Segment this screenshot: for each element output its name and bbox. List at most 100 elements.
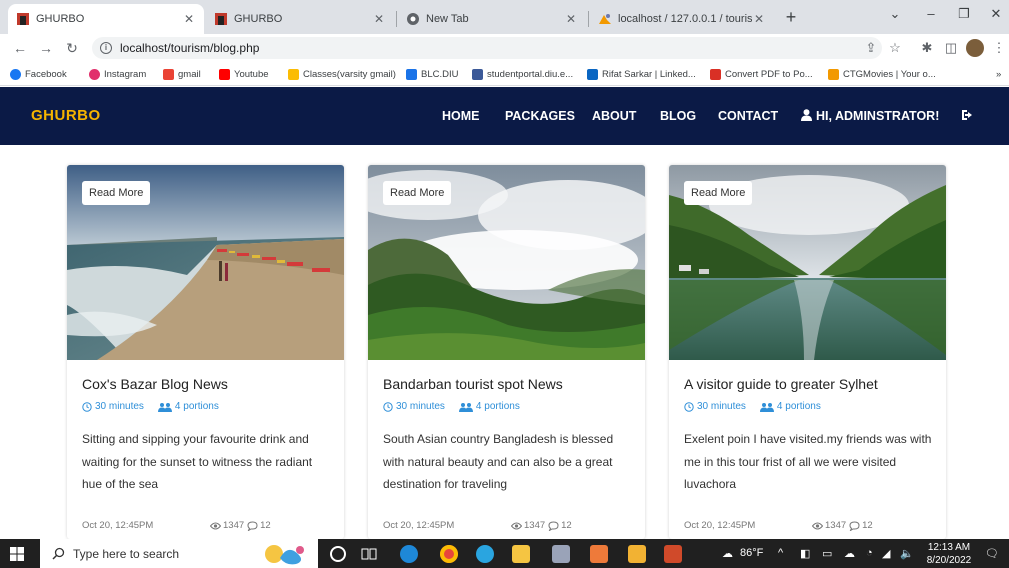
tab-search-icon[interactable]: ⌄ [884,6,906,26]
network-icon[interactable]: ◔ [866,547,873,559]
bookmark-blc[interactable]: BLC.DIU [406,66,458,82]
pdf-convert-icon [710,68,721,80]
edge-icon[interactable] [400,545,418,563]
share-icon[interactable]: ⇪ [862,39,880,57]
nav-home[interactable]: HOME [442,109,480,123]
forward-arrow-icon[interactable]: → [36,38,56,58]
post-comments: 12 [862,520,873,531]
bookmark-classes[interactable]: Classes(varsity gmail) [288,66,396,82]
notifications-icon[interactable]: 🗨 [985,547,999,560]
post-meta: 30 minutes 4 portions [82,401,219,412]
file-explorer-icon[interactable] [512,545,530,563]
read-more-button[interactable]: Read More [383,181,452,205]
browser-menu-icon[interactable]: ⋮ [990,39,1008,57]
battery-icon[interactable]: ▭ [822,547,832,560]
chrome-favicon [407,13,419,25]
close-tab-icon[interactable]: ✕ [564,12,578,26]
address-bar[interactable]: i localhost/tourism/blog.php [92,37,882,59]
clock-icon [684,401,694,412]
blog-card[interactable]: Read More Cox's Bazar Blog News 30 minut… [67,165,344,539]
bookmark-youtube[interactable]: Youtube [219,66,269,82]
nav-packages[interactable]: PACKAGES [505,109,575,123]
telegram-icon[interactable] [476,545,494,563]
bookmark-label: Instagram [104,68,147,80]
taskbar-search-input[interactable]: Type here to search [40,539,318,568]
read-more-button[interactable]: Read More [82,181,151,205]
bookmark-label: Convert PDF to Po... [725,68,813,80]
post-title[interactable]: A visitor guide to greater Sylhet [684,376,878,392]
site-brand[interactable]: GHURBO [31,107,101,124]
weather-icon[interactable]: ☁ [722,547,733,560]
site-info-icon[interactable]: i [100,42,112,54]
onedrive-icon[interactable]: ☁ [844,547,855,560]
profile-avatar[interactable] [966,39,984,57]
browser-tab-1[interactable]: GHURBO ✕ [8,4,204,34]
cortana-icon[interactable] [330,546,346,562]
tab-separator [396,11,397,27]
site-favicon [17,13,29,25]
back-arrow-icon[interactable]: ← [10,38,30,58]
bookmark-pdf[interactable]: Convert PDF to Po... [710,66,813,82]
post-time: 30 minutes [95,401,144,412]
post-title[interactable]: Cox's Bazar Blog News [82,376,228,392]
user-greeting: HI, ADMINSTRATOR! [816,109,940,123]
post-views: 1347 [524,520,546,531]
side-panel-icon[interactable]: ◫ [942,39,960,57]
task-view-icon[interactable] [360,545,378,563]
post-views: 1347 [223,520,245,531]
blog-card[interactable]: Read More A visitor guide to greater Syl… [669,165,946,539]
bookmark-linkedin[interactable]: Rifat Sarkar | Linked... [587,66,696,82]
browser-tab-2[interactable]: GHURBO ✕ [206,4,394,34]
post-meta: 30 minutes 4 portions [684,401,821,412]
chrome-icon[interactable] [440,545,458,563]
bookmark-studentportal[interactable]: studentportal.diu.e... [472,66,573,82]
nav-blog[interactable]: BLOG [660,109,696,123]
powerpoint-icon[interactable] [664,545,682,563]
blog-card[interactable]: Read More Bandarban tourist spot News 30… [368,165,645,539]
comment-icon [548,520,559,531]
close-tab-icon[interactable]: ✕ [372,12,386,26]
facebook-icon [10,68,21,80]
bookmark-facebook[interactable]: Facebook [10,66,67,82]
minimize-icon[interactable]: – [920,6,942,26]
reload-icon[interactable]: ↻ [62,38,82,58]
post-date: Oct 20, 12:45PM [684,520,756,531]
bookmark-ctgmovies[interactable]: CTGMovies | Your o... [828,66,936,82]
taskbar-clock[interactable]: 12:13 AM 8/20/2022 [924,541,974,567]
bookmarks-bar: Facebook Instagram gmail Youtube Classes… [0,62,1009,86]
windows-start-icon[interactable] [10,547,24,561]
close-tab-icon[interactable]: ✕ [752,12,766,26]
xampp-icon[interactable] [590,545,608,563]
sublime-icon[interactable] [628,545,646,563]
wifi-icon[interactable]: ◢ [882,547,890,560]
more-bookmarks-icon[interactable]: » [996,66,1001,82]
post-comments: 12 [561,520,572,531]
show-hidden-icons[interactable]: ^ [778,547,783,559]
browser-tab-3[interactable]: New Tab ✕ [398,4,586,34]
nav-user-menu[interactable]: HI, ADMINSTRATOR! [801,109,939,123]
bookmark-star-icon[interactable]: ☆ [886,39,904,57]
post-title[interactable]: Bandarban tourist spot News [383,376,563,392]
bookmark-label: Facebook [25,68,67,80]
read-more-button[interactable]: Read More [684,181,753,205]
users-icon [458,402,473,412]
tray-app-icon[interactable]: ◧ [800,547,810,560]
extensions-icon[interactable]: ✱ [918,39,936,57]
nav-about[interactable]: ABOUT [592,109,636,123]
bookmark-gmail[interactable]: gmail [163,66,201,82]
window-close-icon[interactable]: ✕ [985,6,1007,26]
close-tab-icon[interactable]: ✕ [182,12,196,26]
volume-icon[interactable]: 🔈 [900,547,914,560]
nav-contact[interactable]: CONTACT [718,109,778,123]
phpmyadmin-favicon [599,14,611,24]
logout-icon[interactable] [960,107,976,123]
instagram-icon [89,68,100,80]
browser-tab-4[interactable]: localhost / 127.0.0.1 / tourism_di ✕ [590,4,774,34]
app-icon[interactable] [552,545,570,563]
tab-title: GHURBO [36,13,85,25]
restore-icon[interactable]: ❐ [953,6,975,26]
post-description: Exelent poin I have visited.my friends w… [684,432,932,491]
new-tab-button[interactable]: + [780,7,802,29]
bookmark-instagram[interactable]: Instagram [89,66,146,82]
weather-temp[interactable]: 86°F [740,547,763,559]
